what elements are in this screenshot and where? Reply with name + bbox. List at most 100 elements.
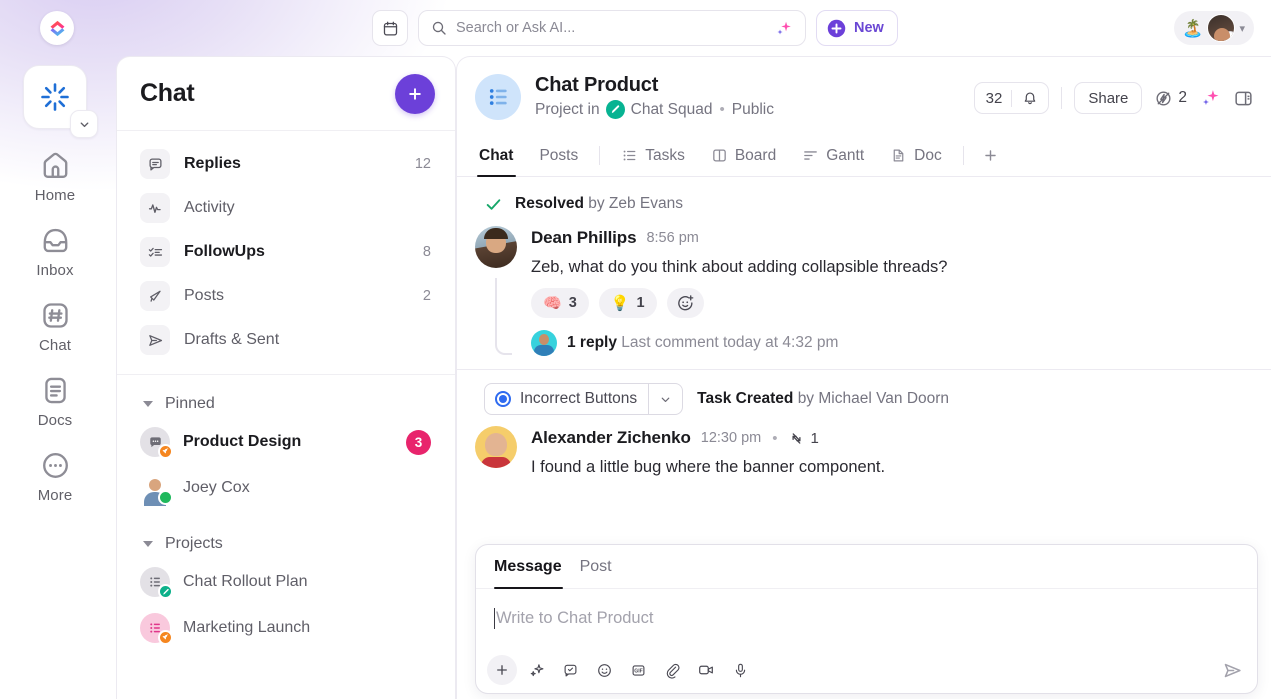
message-composer: Message Post Write to Chat Product GIF <box>475 544 1258 694</box>
breadcrumb-space[interactable]: Chat Squad <box>631 101 713 119</box>
tab-gantt[interactable]: Gantt <box>789 135 877 176</box>
chevron-down-icon <box>80 121 88 127</box>
tab-board[interactable]: Board <box>698 135 789 176</box>
avatar[interactable] <box>1207 14 1236 42</box>
search-input[interactable]: Search or Ask AI... <box>418 10 806 46</box>
message-author[interactable]: Dean Phillips <box>531 228 637 248</box>
ai-button[interactable] <box>521 655 551 685</box>
add-reaction-icon <box>677 294 693 311</box>
pen-badge-icon <box>158 584 173 599</box>
rail-item-docs[interactable]: Docs <box>12 374 98 429</box>
composer-tab-post[interactable]: Post <box>571 545 621 588</box>
microphone-button[interactable] <box>725 655 755 685</box>
account-menu[interactable]: 🏝️ ▾ <box>1174 11 1254 45</box>
attachment-button[interactable] <box>657 655 687 685</box>
calendar-button[interactable] <box>372 10 408 46</box>
automations-button[interactable]: 2 <box>1154 89 1187 108</box>
sidebar-item-product-design[interactable]: Product Design 3 <box>131 419 441 465</box>
avatar <box>531 330 557 357</box>
emoji-button[interactable] <box>589 655 619 685</box>
clickup-logo-icon[interactable] <box>40 11 74 45</box>
sidebar-item-followups[interactable]: FollowUps 8 <box>131 230 441 274</box>
document-icon <box>44 377 66 404</box>
rail-item-inbox[interactable]: Inbox <box>12 224 98 279</box>
rail-item-chat[interactable]: Chat <box>12 299 98 354</box>
reaction-chip[interactable]: 💡 1 <box>598 288 657 319</box>
new-button[interactable]: New <box>816 10 898 46</box>
tab-tasks[interactable]: Tasks <box>608 135 698 176</box>
rail-item-home[interactable]: Home <box>12 149 98 204</box>
avatar[interactable] <box>475 226 517 268</box>
task-name: Incorrect Buttons <box>520 390 638 408</box>
online-dot <box>158 490 173 505</box>
page-title: Chat Product <box>535 74 659 96</box>
task-check-button[interactable] <box>555 655 585 685</box>
send-button[interactable] <box>1222 660 1243 681</box>
gif-button[interactable]: GIF <box>623 655 653 685</box>
sidebar-item-joey-cox[interactable]: Joey Cox <box>131 465 441 511</box>
rocket-badge-icon <box>158 444 173 459</box>
sidebar-panel-icon[interactable] <box>1233 88 1254 109</box>
ai-sparkle-icon[interactable] <box>774 19 793 38</box>
add-attachment-button[interactable] <box>487 655 517 685</box>
task-chip[interactable]: Incorrect Buttons <box>484 383 684 416</box>
add-view-button[interactable] <box>972 135 1009 176</box>
section-header-projects[interactable]: Projects <box>131 529 441 559</box>
reaction-chip[interactable]: 🧠 3 <box>531 288 589 319</box>
thread-reply-summary[interactable]: 1 reply Last comment today at 4:32 pm <box>531 330 1253 357</box>
view-tabs: Chat Posts Tasks Board Gantt Doc <box>457 135 1271 177</box>
gantt-icon <box>804 151 818 160</box>
status-emoji[interactable]: 🏝️ <box>1182 20 1203 37</box>
message-author[interactable]: Alexander Zichenko <box>531 428 691 448</box>
sidebar-item-label: FollowUps <box>184 243 265 260</box>
sidebar-item-replies[interactable]: Replies 12 <box>131 142 441 186</box>
message-text: Zeb, what do you think about adding coll… <box>531 258 948 276</box>
task-chevron-button[interactable] <box>648 384 682 415</box>
share-button[interactable]: Share <box>1074 82 1143 114</box>
chevron-down-icon <box>661 397 670 402</box>
repost-count: 1 <box>810 429 819 447</box>
bell-icon[interactable] <box>1012 90 1048 106</box>
app-root: Search or Ask AI... New 🏝️ ▾ Home Inbox … <box>0 0 1271 699</box>
search-icon <box>432 21 446 35</box>
gif-icon: GIF <box>632 664 644 676</box>
avatar[interactable] <box>475 426 517 469</box>
inbox-icon <box>43 228 67 253</box>
tab-posts[interactable]: Posts <box>526 135 591 176</box>
visibility-label: Public <box>731 100 774 118</box>
sidebar-item-label: Chat Rollout Plan <box>183 573 308 590</box>
message-timestamp: 8:56 pm <box>646 230 699 246</box>
list-icon <box>140 567 173 599</box>
ai-sparkle-icon <box>530 663 543 676</box>
sidebar-item-drafts-sent[interactable]: Drafts & Sent <box>131 318 441 362</box>
page-title: Chat <box>140 79 195 107</box>
members-notifications-pill[interactable]: 32 <box>973 82 1050 114</box>
tab-chat[interactable]: Chat <box>475 135 526 177</box>
add-reaction-button[interactable] <box>666 288 704 319</box>
composer-tab-label: Message <box>494 557 562 575</box>
add-chat-button[interactable] <box>395 73 435 114</box>
divider <box>962 146 964 165</box>
workspace-switcher[interactable] <box>23 65 98 138</box>
rail-item-more[interactable]: More <box>12 449 98 504</box>
sidebar-item-activity[interactable]: Activity <box>131 186 441 230</box>
message-input[interactable]: Write to Chat Product <box>476 589 1257 647</box>
workspace-chevron-button[interactable] <box>70 110 98 138</box>
section-header-pinned[interactable]: Pinned <box>131 389 441 419</box>
composer-tab-message[interactable]: Message <box>494 545 571 589</box>
section-title: Pinned <box>165 395 215 412</box>
divider <box>1061 87 1063 109</box>
repost-indicator[interactable]: 1 <box>788 429 819 447</box>
tab-label: Tasks <box>645 146 685 164</box>
tab-doc[interactable]: Doc <box>877 135 955 176</box>
sidebar-item-posts[interactable]: Posts 2 <box>131 274 441 318</box>
breadcrumb-prefix: Project in <box>535 100 600 118</box>
message-text: I found a little bug where the banner co… <box>531 458 886 477</box>
rail-item-label: Docs <box>37 412 73 429</box>
ai-sparkle-icon[interactable] <box>1199 87 1221 109</box>
video-button[interactable] <box>691 655 721 685</box>
chevron-down-icon[interactable]: ▾ <box>1239 22 1245 35</box>
topbar-center: Search or Ask AI... New <box>372 10 898 46</box>
sidebar-item-chat-rollout-plan[interactable]: Chat Rollout Plan <box>131 559 441 605</box>
sidebar-item-marketing-launch[interactable]: Marketing Launch <box>131 605 441 651</box>
